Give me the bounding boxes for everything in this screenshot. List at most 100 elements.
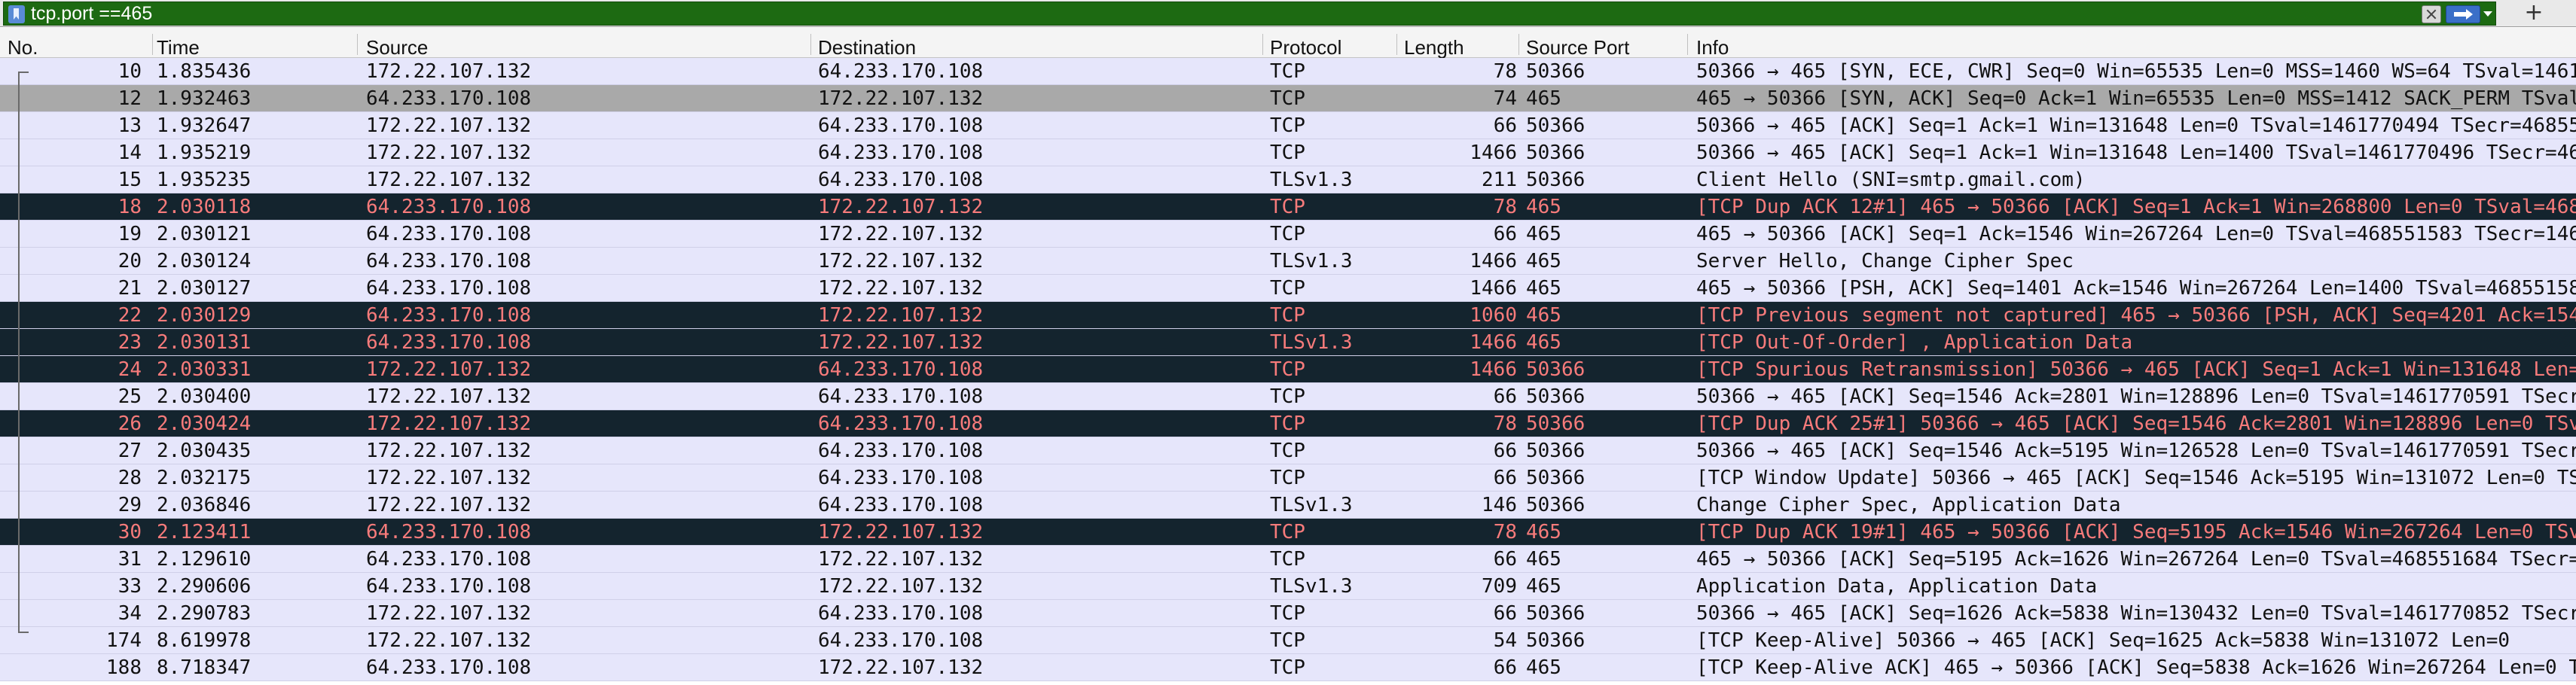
column-header-destination[interactable]: Destination	[818, 28, 916, 59]
packet-length: 146	[1482, 494, 1517, 516]
packet-source-port: 50366	[1526, 169, 1586, 191]
packet-source-port: 50366	[1526, 602, 1586, 625]
column-header-protocol[interactable]: Protocol	[1270, 28, 1341, 59]
packet-number: 25	[118, 385, 142, 408]
packet-length: 78	[1493, 60, 1517, 83]
packet-length: 1466	[1470, 250, 1517, 272]
apply-arrow-icon[interactable]	[2446, 5, 2480, 23]
packet-number: 23	[118, 331, 142, 354]
column-header-source-port[interactable]: Source Port	[1526, 28, 1629, 59]
column-divider[interactable]	[1518, 34, 1519, 55]
packet-length: 211	[1482, 169, 1517, 191]
packet-number: 27	[118, 440, 142, 462]
packet-row[interactable]: 188 8.718347 64.233.170.108 172.22.107.132 T…	[0, 654, 2576, 681]
packet-time: 1.932647	[157, 114, 252, 137]
packet-row[interactable]: 24 2.030331 172.22.107.132 64.233.170.108 TC…	[0, 356, 2576, 383]
packet-row[interactable]: 25 2.030400 172.22.107.132 64.233.170.108 TC…	[0, 383, 2576, 410]
packet-source: 172.22.107.132	[366, 494, 532, 516]
packet-row[interactable]: 31 2.129610 64.233.170.108 172.22.107.132 TC…	[0, 546, 2576, 573]
packet-source: 64.233.170.108	[366, 548, 532, 571]
packet-length: 74	[1493, 87, 1517, 110]
packet-row[interactable]: 13 1.932647 172.22.107.132 64.233.170.108 TC…	[0, 112, 2576, 139]
column-header-source[interactable]: Source	[366, 28, 428, 59]
packet-source-port: 465	[1526, 223, 1561, 245]
packet-row[interactable]: 33 2.290606 64.233.170.108 172.22.107.132 TL…	[0, 573, 2576, 600]
packet-number: 14	[118, 142, 142, 164]
packet-number: 31	[118, 548, 142, 571]
packet-info: 50366 → 465 [ACK] Seq=1626 Ack=5838 Win=…	[1696, 602, 2576, 625]
packet-length: 66	[1493, 602, 1517, 625]
packet-time: 2.030129	[157, 304, 252, 327]
packet-destination: 64.233.170.108	[818, 413, 984, 435]
packet-row[interactable]: 14 1.935219 172.22.107.132 64.233.170.108 TC…	[0, 139, 2576, 166]
packet-row[interactable]: 19 2.030121 64.233.170.108 172.22.107.132 TC…	[0, 221, 2576, 248]
column-divider[interactable]	[152, 34, 153, 55]
packet-length: 1466	[1470, 142, 1517, 164]
packet-row[interactable]: 12 1.932463 64.233.170.108 172.22.107.132 TC…	[0, 85, 2576, 112]
packet-destination: 172.22.107.132	[818, 548, 984, 571]
packet-source: 64.233.170.108	[366, 223, 532, 245]
packet-source: 172.22.107.132	[366, 467, 532, 489]
packet-destination: 64.233.170.108	[818, 629, 984, 652]
column-header-no[interactable]: No.	[8, 28, 38, 59]
column-header-info[interactable]: Info	[1696, 28, 1729, 59]
bookmark-icon[interactable]	[8, 5, 25, 23]
packet-source: 64.233.170.108	[366, 250, 532, 272]
packet-length: 78	[1493, 196, 1517, 218]
clear-icon[interactable]	[2422, 5, 2441, 23]
packet-row[interactable]: 22 2.030129 64.233.170.108 172.22.107.132 TC…	[0, 302, 2576, 329]
packet-row[interactable]: 15 1.935235 172.22.107.132 64.233.170.108 TL…	[0, 166, 2576, 193]
packet-protocol: TLSv1.3	[1270, 331, 1353, 354]
packet-row[interactable]: 10 1.835436 172.22.107.132 64.233.170.108 TC…	[0, 58, 2576, 85]
packet-number: 188	[106, 656, 142, 679]
packet-protocol: TCP	[1270, 114, 1305, 137]
packet-source-port: 50366	[1526, 494, 1586, 516]
packet-row[interactable]: 20 2.030124 64.233.170.108 172.22.107.132 TL…	[0, 248, 2576, 275]
packet-destination: 64.233.170.108	[818, 358, 984, 381]
packet-source: 172.22.107.132	[366, 413, 532, 435]
display-filter-input[interactable]	[31, 2, 2351, 25]
packet-list[interactable]: 10 1.835436 172.22.107.132 64.233.170.108 TC…	[0, 58, 2576, 685]
packet-row[interactable]: 23 2.030131 64.233.170.108 172.22.107.132 TL…	[0, 329, 2576, 356]
packet-protocol: TCP	[1270, 629, 1305, 652]
packet-source: 64.233.170.108	[366, 521, 532, 543]
column-divider[interactable]	[1262, 34, 1263, 55]
packet-row[interactable]: 21 2.030127 64.233.170.108 172.22.107.132 TC…	[0, 275, 2576, 302]
packet-protocol: TCP	[1270, 521, 1305, 543]
column-divider[interactable]	[1396, 34, 1397, 55]
packet-source-port: 50366	[1526, 385, 1586, 408]
packet-info: [TCP Out-Of-Order] , Application Data	[1696, 331, 2133, 354]
packet-time: 1.935219	[157, 142, 252, 164]
packet-info: [TCP Window Update] 50366 → 465 [ACK] Se…	[1696, 467, 2576, 489]
packet-time: 2.030118	[157, 196, 252, 218]
column-header-length[interactable]: Length	[1404, 28, 1464, 59]
packet-row[interactable]: 34 2.290783 172.22.107.132 64.233.170.108 TC…	[0, 600, 2576, 627]
packet-row[interactable]: 28 2.032175 172.22.107.132 64.233.170.108 TC…	[0, 464, 2576, 492]
packet-length: 66	[1493, 467, 1517, 489]
packet-source: 64.233.170.108	[366, 331, 532, 354]
packet-source-port: 465	[1526, 656, 1561, 679]
column-divider[interactable]	[810, 34, 811, 55]
packet-row[interactable]: 27 2.030435 172.22.107.132 64.233.170.108 TC…	[0, 437, 2576, 464]
column-divider[interactable]	[1687, 34, 1688, 55]
packet-protocol: TCP	[1270, 304, 1305, 327]
packet-length: 1466	[1470, 277, 1517, 300]
column-divider[interactable]	[357, 34, 358, 55]
packet-info: [TCP Keep-Alive ACK] 465 → 50366 [ACK] S…	[1696, 656, 2576, 679]
packet-time: 2.030331	[157, 358, 252, 381]
packet-source-port: 50366	[1526, 440, 1586, 462]
packet-source-port: 465	[1526, 304, 1561, 327]
packet-row[interactable]: 18 2.030118 64.233.170.108 172.22.107.132 TC…	[0, 193, 2576, 221]
add-filter-button[interactable]: +	[2520, 2, 2547, 26]
packet-row[interactable]: 26 2.030424 172.22.107.132 64.233.170.108 TC…	[0, 410, 2576, 437]
packet-row[interactable]: 29 2.036846 172.22.107.132 64.233.170.108 TL…	[0, 492, 2576, 519]
packet-info: Application Data, Application Data	[1696, 575, 2098, 598]
packet-source: 64.233.170.108	[366, 196, 532, 218]
packet-source: 172.22.107.132	[366, 629, 532, 652]
chevron-down-icon[interactable]	[2483, 11, 2492, 17]
packet-row[interactable]: 30 2.123411 64.233.170.108 172.22.107.132 TC…	[0, 519, 2576, 546]
packet-number: 34	[118, 602, 142, 625]
conversation-bracket	[18, 72, 20, 633]
packet-row[interactable]: 174 8.619978 172.22.107.132 64.233.170.108 T…	[0, 627, 2576, 654]
column-header-time[interactable]: Time	[157, 28, 200, 59]
